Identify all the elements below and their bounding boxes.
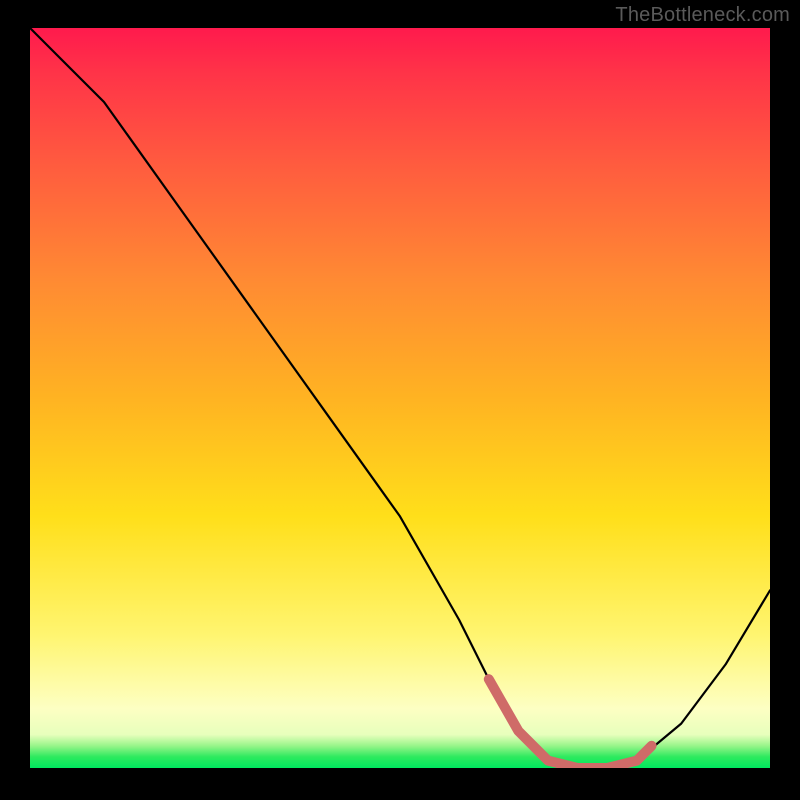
plot-area [30,28,770,768]
bottleneck-curve-path [30,28,770,768]
curve-layer [30,28,770,768]
chart-container: TheBottleneck.com [0,0,800,800]
watermark-label: TheBottleneck.com [615,4,790,27]
optimal-range-highlight [489,679,652,768]
